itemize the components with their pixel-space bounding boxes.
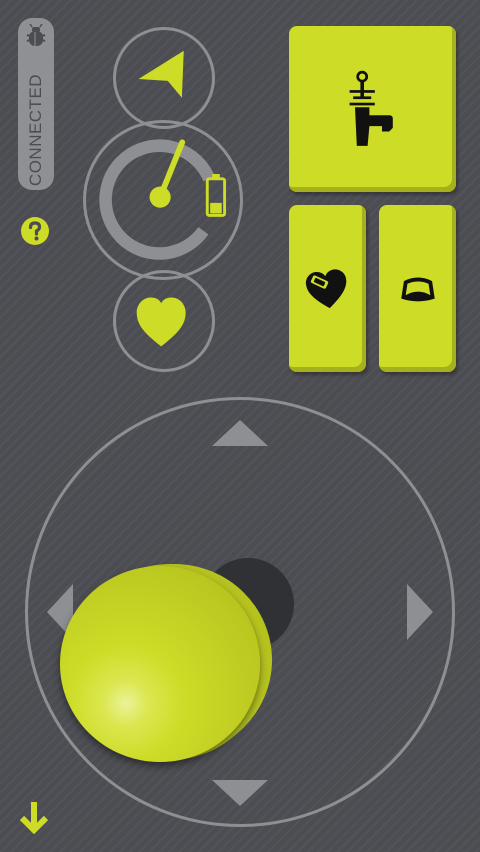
- connection-status: CONNECTED: [18, 18, 54, 190]
- joystick-knob[interactable]: [60, 566, 260, 762]
- heart-badge-button[interactable]: [289, 205, 366, 372]
- speed-gauge: [83, 120, 243, 280]
- heart-icon: [136, 297, 186, 347]
- connection-status-label: CONNECTED: [26, 73, 45, 187]
- question-icon[interactable]: [20, 216, 50, 246]
- water-gun-icon: [349, 70, 393, 146]
- heart-button[interactable]: [113, 270, 215, 372]
- arrow-down-icon[interactable]: [210, 778, 270, 808]
- bug-icon: [26, 24, 46, 46]
- navigation-button[interactable]: [113, 27, 215, 129]
- arrow-right-icon[interactable]: [405, 582, 435, 642]
- heart-badge-icon: [305, 268, 346, 308]
- arrow-up-icon[interactable]: [210, 418, 270, 448]
- arrow-down-icon[interactable]: [18, 800, 50, 834]
- bowl-icon: [400, 277, 435, 301]
- bowl-button[interactable]: [379, 205, 456, 372]
- water-gun-button[interactable]: [289, 26, 456, 192]
- navigation-arrow-icon: [138, 50, 184, 98]
- battery-icon: [205, 174, 227, 217]
